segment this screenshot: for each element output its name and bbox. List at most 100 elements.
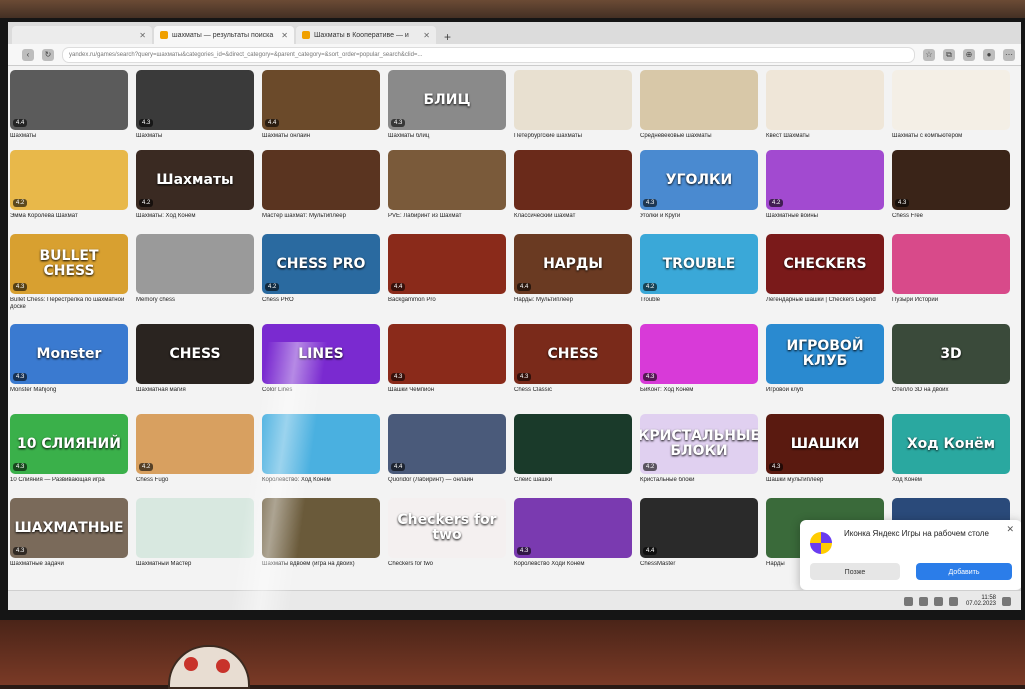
game-card[interactable]: ИГРОВОЙ КЛУБ Игровой клуб [766,324,884,401]
game-thumbnail[interactable]: 4.2 [136,414,254,474]
game-title[interactable]: PVE: Лабиринт из Шахмат [388,213,506,227]
game-title[interactable]: Пузыри Истории [892,297,1010,311]
game-card[interactable]: 4.4 ChessMaster [640,498,758,575]
game-title[interactable]: Шахматная магия [136,387,254,401]
game-thumbnail[interactable]: BULLET CHESS 4.3 [10,234,128,294]
game-thumbnail[interactable]: УГОЛКИ 4.3 [640,150,758,210]
game-thumbnail[interactable]: 4.3 [640,324,758,384]
favorites-icon[interactable]: ☆ [923,48,935,61]
game-card[interactable]: 4.3 Шашки Чемпион [388,324,506,401]
game-card[interactable]: ШАШКИ 4.3 Шашки мультиплеер [766,414,884,491]
game-card[interactable]: LINES Color Lines [262,324,380,401]
game-card[interactable]: Классический шахмат [514,150,632,227]
game-card[interactable]: CHESS PRO 4.2 Chess PRO [262,234,380,311]
game-title[interactable]: Средневековые шахматы [640,133,758,147]
game-title[interactable]: Кристальные блоки [640,477,758,491]
game-card[interactable]: Шахматы 4.2 Шахматы: Ход Конём [136,150,254,227]
browser-tab-games[interactable]: Шахматы в Кооперативе — и ✕ [296,26,436,44]
game-title[interactable]: Шахматы с компьютером [892,133,1010,147]
game-thumbnail[interactable]: 10 СЛИЯНИЙ 4.3 [10,414,128,474]
close-icon[interactable]: ✕ [1006,524,1014,535]
game-card[interactable]: Шахматы с компьютером [892,70,1010,147]
game-card[interactable]: Шахматы вдвоём (игра на двоих) [262,498,380,575]
game-title[interactable]: Шахматный Мастер [136,561,254,575]
game-title[interactable]: Monster Mahjong [10,387,128,401]
game-title[interactable]: Chess Free [892,213,1010,227]
game-title[interactable]: ChessMaster [640,561,758,575]
game-card[interactable]: 3D Отелло 3D на двоих [892,324,1010,401]
game-thumbnail[interactable] [892,234,1010,294]
game-title[interactable]: Шахматы блиц [388,133,506,147]
game-card[interactable]: Средневековые шахматы [640,70,758,147]
game-thumbnail[interactable] [514,414,632,474]
game-title[interactable]: Легендарные шашки | Checkers Legend [766,297,884,311]
url-input[interactable]: yandex.ru/games/search?query=шахматы&cat… [62,46,915,63]
notifications-icon[interactable] [1002,596,1011,606]
browser-tab-search[interactable]: шахматы — результаты поиска ✕ [154,26,294,44]
game-thumbnail[interactable]: 4.4 [388,234,506,294]
game-card[interactable]: Квест Шахматы [766,70,884,147]
game-thumbnail[interactable] [136,498,254,558]
game-thumbnail[interactable] [388,150,506,210]
game-card[interactable]: 4.3 Королевство Ходи Конём [514,498,632,575]
game-title[interactable]: Шахматы вдвоём (игра на двоих) [262,561,380,575]
chevron-up-icon[interactable] [903,596,913,606]
game-thumbnail[interactable]: ШАХМАТНЫЕ 4.3 [10,498,128,558]
game-title[interactable]: Chess Classic [514,387,632,401]
game-thumbnail[interactable]: 4.3 [388,324,506,384]
close-icon[interactable]: ✕ [139,31,146,40]
game-card[interactable]: Шахматный Мастер [136,498,254,575]
game-card[interactable]: 4.4 Quoridor (Лабиринт) — онлайн [388,414,506,491]
game-title[interactable]: Trouble [640,297,758,311]
game-card[interactable]: НАРДЫ 4.4 Нарды: Мультиплеер [514,234,632,311]
game-title[interactable]: Классический шахмат [514,213,632,227]
game-card[interactable]: Слейс шашки [514,414,632,491]
game-title[interactable]: Нарды: Мультиплеер [514,297,632,311]
game-thumbnail[interactable]: LINES [262,324,380,384]
game-title[interactable]: Шахматы онлайн [262,133,380,147]
game-thumbnail[interactable]: CHESS PRO 4.2 [262,234,380,294]
collections-icon[interactable]: ⊕ [963,48,975,61]
game-title[interactable]: Color Lines [262,387,380,401]
game-thumbnail[interactable]: НАРДЫ 4.4 [514,234,632,294]
game-thumbnail[interactable]: 3D [892,324,1010,384]
game-title[interactable]: Квест Шахматы [766,133,884,147]
game-title[interactable]: Эмма Королева Шахмат [10,213,128,227]
game-card[interactable]: КРИСТАЛЬНЫЕ БЛОКИ 4.2 Кристальные блоки [640,414,758,491]
game-thumbnail[interactable]: 4.2 [10,150,128,210]
game-card[interactable]: Memory chess [136,234,254,311]
game-title[interactable]: Шахматы [136,133,254,147]
game-thumbnail[interactable]: Checkers for two [388,498,506,558]
game-card[interactable]: 4.2 Шахматные войны [766,150,884,227]
game-title[interactable]: Chess Fugo [136,477,254,491]
game-thumbnail[interactable]: 4.4 [640,498,758,558]
game-thumbnail[interactable] [892,70,1010,130]
game-card[interactable]: БЛИЦ 4.3 Шахматы блиц [388,70,506,147]
game-title[interactable]: Checkers for two [388,561,506,575]
profile-icon[interactable]: ● [983,48,995,61]
new-tab-button[interactable]: + [438,30,457,44]
game-card[interactable]: BULLET CHESS 4.3 Bullet Chess: Перестрелка… [10,234,128,311]
game-card[interactable]: Monster 4.3 Monster Mahjong [10,324,128,401]
game-card[interactable]: 4.4 Backgammon Pro [388,234,506,311]
add-button[interactable]: Добавить [916,563,1012,580]
game-thumbnail[interactable]: ИГРОВОЙ КЛУБ [766,324,884,384]
game-title[interactable]: Шахматные задачи [10,561,128,575]
game-title[interactable]: Ход Конём [892,477,1010,491]
game-thumbnail[interactable] [136,234,254,294]
game-thumbnail[interactable]: TROUBLE 4.2 [640,234,758,294]
game-title[interactable]: 10 Слияния — Развивающая игра [10,477,128,491]
game-thumbnail[interactable]: 4.4 [262,70,380,130]
game-thumbnail[interactable]: CHESS 4.3 [514,324,632,384]
game-thumbnail[interactable] [262,414,380,474]
game-thumbnail[interactable]: CHESS [136,324,254,384]
game-card[interactable]: 4.3 БиКонт: Ход Конём [640,324,758,401]
game-card[interactable]: Мастер шахмат: Мультиплеер [262,150,380,227]
game-card[interactable]: ШАХМАТНЫЕ 4.3 Шахматные задачи [10,498,128,575]
game-card[interactable]: Пузыри Истории [892,234,1010,311]
game-card[interactable]: 4.4 Шахматы [10,70,128,147]
game-title[interactable]: Шашки Чемпион [388,387,506,401]
game-thumbnail[interactable]: 4.3 [136,70,254,130]
game-card[interactable]: Ход Конём Ход Конём [892,414,1010,491]
game-title[interactable]: Memory chess [136,297,254,311]
